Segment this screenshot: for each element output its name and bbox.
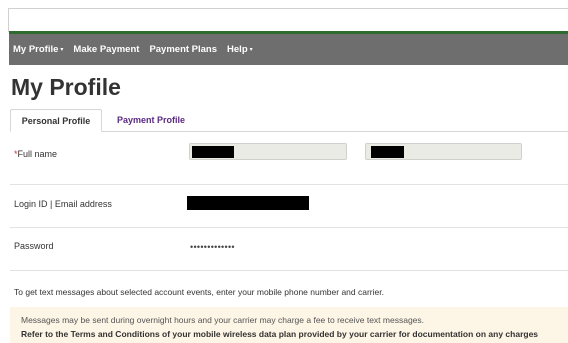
password-label: Password bbox=[14, 241, 54, 251]
nav-my-profile-label: My Profile bbox=[13, 44, 59, 55]
full-name-label-text: Full name bbox=[17, 149, 58, 159]
chevron-down-icon: ▾ bbox=[60, 47, 64, 53]
chevron-down-icon: ▾ bbox=[249, 47, 253, 53]
password-value: ••••••••••••• bbox=[190, 242, 235, 252]
sms-notice-line1: Messages may be sent during overnight ho… bbox=[21, 315, 425, 325]
full-name-row: *Full name bbox=[10, 131, 568, 185]
nav-payment-plans[interactable]: Payment Plans bbox=[144, 44, 222, 55]
nav-my-profile[interactable]: My Profile ▾ bbox=[9, 44, 68, 55]
last-name-input[interactable] bbox=[365, 143, 522, 160]
sms-intro-text: To get text messages about selected acco… bbox=[14, 287, 384, 297]
first-name-input[interactable] bbox=[189, 143, 347, 160]
top-navbar: My Profile ▾ Make Payment Payment Plans … bbox=[9, 34, 568, 65]
sms-notice: Messages may be sent during overnight ho… bbox=[10, 307, 568, 343]
login-label: Login ID | Email address bbox=[14, 199, 112, 209]
login-row: Login ID | Email address bbox=[10, 185, 568, 228]
nav-make-payment[interactable]: Make Payment bbox=[68, 44, 144, 55]
password-row: Password ••••••••••••• bbox=[10, 228, 568, 271]
nav-help-label: Help bbox=[227, 44, 248, 55]
sms-notice-line2: Refer to the Terms and Conditions of you… bbox=[21, 329, 539, 339]
redacted-last-name bbox=[371, 146, 404, 158]
nav-help[interactable]: Help ▾ bbox=[222, 44, 258, 55]
browser-frame bbox=[8, 8, 568, 32]
nav-make-payment-label: Make Payment bbox=[73, 44, 140, 55]
full-name-label: *Full name bbox=[14, 149, 57, 159]
redacted-email-value bbox=[187, 196, 309, 210]
page-title: My Profile bbox=[11, 74, 121, 100]
nav-payment-plans-label: Payment Plans bbox=[149, 44, 218, 55]
redacted-first-name bbox=[192, 146, 234, 158]
tab-payment-profile[interactable]: Payment Profile bbox=[117, 109, 185, 131]
tab-personal-profile[interactable]: Personal Profile bbox=[10, 109, 102, 132]
profile-tabs: Personal Profile Payment Profile bbox=[10, 109, 568, 132]
